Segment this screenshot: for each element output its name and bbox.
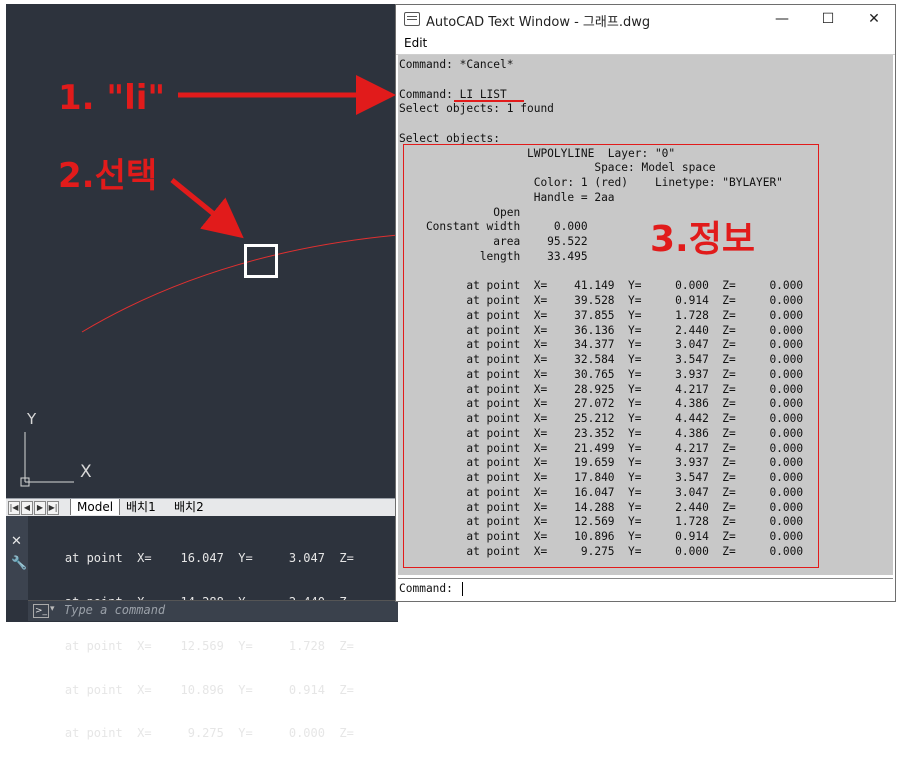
maximize-button[interactable]: ☐ [808, 8, 848, 30]
minimize-button[interactable]: — [762, 8, 802, 30]
last-tab-icon[interactable]: ▶| [47, 501, 59, 515]
output-line: Command: *Cancel* [399, 58, 514, 71]
annotation-step-1: 1. "li" [58, 78, 166, 118]
polyline-curve[interactable] [81, 234, 398, 333]
command-input-placeholder: Type a command [64, 603, 166, 617]
annotation-underline [454, 100, 524, 102]
annotation-step-2: 2.선택 [58, 156, 158, 196]
tab-layout2[interactable]: 배치2 [168, 499, 210, 515]
command-input[interactable]: >_ ▾ Type a command [28, 600, 398, 621]
prev-tab-icon[interactable]: ◀ [21, 501, 33, 515]
layout-tab-bar: |◀ ◀ ▶ ▶| Model 배치1 배치2 [6, 498, 398, 516]
command-prompt-label: Command: [399, 582, 460, 595]
ucs-icon [20, 432, 74, 487]
ucs-x-label: X [80, 462, 92, 482]
text-window-menubar: Edit [396, 33, 895, 55]
text-caret [462, 582, 463, 596]
annotation-step-3: 3.정보 [650, 219, 755, 260]
annotation-info-box [403, 144, 819, 568]
text-window-app-icon [404, 12, 420, 26]
text-window-titlebar[interactable]: AutoCAD Text Window - 그래프.dwg — ☐ ✕ [396, 5, 895, 33]
output-line: Select objects: 1 found [399, 102, 554, 116]
tab-layout1[interactable]: 배치1 [120, 499, 162, 515]
history-line: at point X= 10.896 Y= 0.914 Z= [36, 682, 354, 697]
chevron-down-icon[interactable]: ▾ [50, 604, 55, 614]
text-window-command-line[interactable]: Command: [398, 578, 893, 599]
menu-item-edit[interactable]: Edit [404, 36, 427, 50]
first-tab-icon[interactable]: |◀ [8, 501, 20, 515]
history-line: at point X= 16.047 Y= 3.047 Z= [36, 551, 354, 566]
history-line: at point X= 12.569 Y= 1.728 Z= [36, 638, 354, 653]
text-window-title: AutoCAD Text Window - 그래프.dwg [426, 15, 651, 30]
wrench-icon[interactable]: 🔧 [11, 556, 27, 571]
history-line: at point X= 9.275 Y= 0.000 Z= [36, 726, 354, 741]
close-icon[interactable]: ✕ [11, 534, 22, 549]
tab-model[interactable]: Model [70, 499, 121, 515]
command-line-area: ✕ 🔧 at point X= 16.047 Y= 3.047 Z= at po… [6, 516, 398, 740]
selection-pickbox [244, 244, 278, 278]
ucs-y-label: Y [27, 410, 37, 428]
command-line-side-bar: ✕ 🔧 [6, 516, 28, 600]
next-tab-icon[interactable]: ▶ [34, 501, 46, 515]
command-history: at point X= 16.047 Y= 3.047 Z= at point … [36, 522, 396, 770]
command-prompt-icon[interactable]: >_ [33, 604, 49, 618]
close-button[interactable]: ✕ [854, 8, 894, 30]
